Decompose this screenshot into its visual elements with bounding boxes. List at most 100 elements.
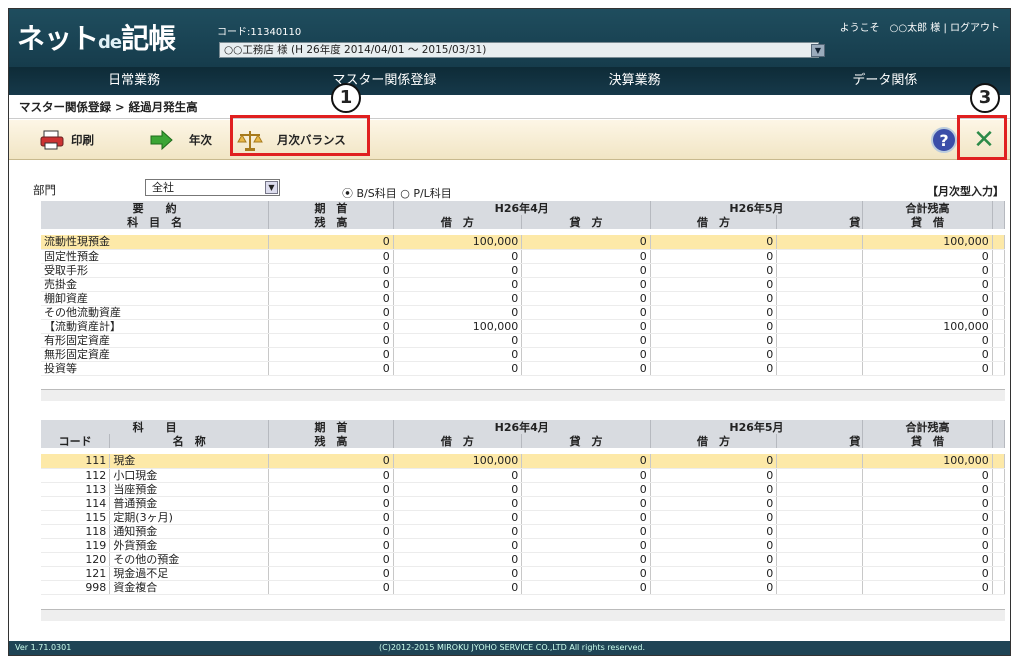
footer: Ver 1.71.0301 (C)2012-2015 MIROKU JYOHO … (9, 641, 1010, 655)
welcome-logout[interactable]: ようこそ ○○太郎 様 | ログアウト (840, 19, 1000, 34)
table-row[interactable]: 有形固定資産 0 0 0 0 0 (41, 333, 1006, 348)
table-row[interactable]: 111 現金 0 100,000 0 0 100,000 (41, 454, 1006, 469)
table-cell: 0 (521, 510, 651, 525)
table-cell: 0 (268, 552, 394, 567)
table-row[interactable]: 棚卸資産 0 0 0 0 0 (41, 291, 1006, 306)
table-row[interactable]: 998 資金複合 0 0 0 0 0 (41, 580, 1006, 595)
menu-item-master[interactable]: マスター関係登録 (259, 67, 509, 95)
table-row[interactable]: 121 現金過不足 0 0 0 0 0 (41, 566, 1006, 581)
table-cell: 998 (41, 580, 111, 595)
table-cell: 0 (393, 263, 523, 278)
dept-select[interactable]: 全社 ▼ (145, 179, 280, 196)
table-row[interactable]: 113 当座預金 0 0 0 0 0 (41, 482, 1006, 497)
table-cell: 売掛金 (41, 277, 270, 292)
table-row[interactable]: 120 その他の預金 0 0 0 0 0 (41, 552, 1006, 567)
table-cell: 0 (393, 361, 523, 376)
table-cell: 0 (650, 347, 778, 362)
account-type-radio[interactable]: ⦿ B/S科目 ○ P/L科目 (342, 185, 452, 201)
table-cell: 0 (393, 347, 523, 362)
table-row[interactable]: その他流動資産 0 0 0 0 0 (41, 305, 1006, 320)
table-cell: 0 (650, 333, 778, 348)
table-cell: 0 (393, 249, 523, 264)
table-cell: 現金過不足 (109, 566, 270, 581)
table-cell: 0 (268, 482, 394, 497)
table-cell: 100,000 (862, 454, 993, 469)
table-row[interactable]: 112 小口現金 0 0 0 0 0 (41, 468, 1006, 483)
table-cell: 0 (862, 263, 993, 278)
table-row[interactable]: 売掛金 0 0 0 0 0 (41, 277, 1006, 292)
table-cell (992, 524, 1006, 539)
table-cell: 112 (41, 468, 111, 483)
table-cell (776, 496, 864, 511)
table-cell (776, 249, 864, 264)
table-cell (992, 291, 1006, 306)
table-cell (992, 277, 1006, 292)
table-cell (992, 566, 1006, 581)
table-cell: 0 (650, 361, 778, 376)
table-cell (776, 538, 864, 553)
table-row[interactable]: 114 普通預金 0 0 0 0 0 (41, 496, 1006, 511)
table-row[interactable]: 118 通知預金 0 0 0 0 0 (41, 524, 1006, 539)
table-cell: 0 (650, 454, 778, 469)
table-cell (776, 291, 864, 306)
menu-item-daily[interactable]: 日常業務 (9, 67, 259, 95)
table-cell (992, 347, 1006, 362)
table-cell: 【流動資産計】 (41, 319, 270, 334)
table-cell: 0 (862, 482, 993, 497)
top-horizontal-scrollbar[interactable] (41, 389, 1005, 401)
table-cell: 100,000 (393, 454, 523, 469)
table-cell (992, 496, 1006, 511)
table-cell: 0 (268, 319, 394, 334)
bottom-horizontal-scrollbar[interactable] (41, 609, 1005, 621)
chevron-down-icon[interactable]: ▼ (265, 181, 278, 194)
version-label: Ver 1.71.0301 (15, 643, 72, 652)
table-row[interactable]: 115 定期(3ヶ月) 0 0 0 0 0 (41, 510, 1006, 525)
copyright: (C)2012-2015 MIROKU JYOHO SERVICE CO.,LT… (379, 643, 646, 652)
table-cell (776, 263, 864, 278)
table-cell (776, 277, 864, 292)
table-cell: 0 (268, 361, 394, 376)
table-row[interactable]: 流動性現預金 0 100,000 0 0 100,000 (41, 235, 1006, 250)
table-cell (992, 552, 1006, 567)
table-cell (776, 333, 864, 348)
table-row[interactable]: 119 外貨預金 0 0 0 0 0 (41, 538, 1006, 553)
table-cell: 0 (650, 235, 778, 250)
chevron-down-icon[interactable]: ▼ (811, 44, 825, 57)
table-cell: 118 (41, 524, 111, 539)
help-icon[interactable]: ? (931, 127, 957, 153)
table-cell: 0 (521, 552, 651, 567)
table-cell: 定期(3ヶ月) (109, 510, 270, 525)
table-cell: 0 (393, 305, 523, 320)
table-row[interactable]: 【流動資産計】 0 100,000 0 0 100,000 (41, 319, 1006, 334)
table-cell: 0 (650, 291, 778, 306)
table-row[interactable]: 固定性預金 0 0 0 0 0 (41, 249, 1006, 264)
table-row[interactable]: 無形固定資産 0 0 0 0 0 (41, 347, 1006, 362)
table-row[interactable]: 投資等 0 0 0 0 0 (41, 361, 1006, 376)
table-cell: 0 (268, 510, 394, 525)
table-row[interactable]: 受取手形 0 0 0 0 0 (41, 263, 1006, 278)
table-cell: 0 (862, 468, 993, 483)
table-cell: 0 (268, 333, 394, 348)
menu-item-closing[interactable]: 決算業務 (510, 67, 760, 95)
table-cell (776, 468, 864, 483)
table-cell: 0 (521, 580, 651, 595)
table-cell: 0 (268, 496, 394, 511)
table-cell: 113 (41, 482, 111, 497)
table-cell (992, 361, 1006, 376)
main-menu: 日常業務 マスター関係登録 決算業務 データ関係 (9, 67, 1010, 95)
table-cell: 0 (393, 580, 523, 595)
table-cell: 無形固定資産 (41, 347, 270, 362)
company-select[interactable]: ○○工務店 様 (H 26年度 2014/04/01 〜 2015/03/31) (219, 42, 819, 58)
yearly-button[interactable]: 年次 (149, 126, 212, 154)
table-cell: 0 (862, 277, 993, 292)
table-cell: 0 (521, 361, 651, 376)
table-cell: 0 (268, 454, 394, 469)
table-cell: 小口現金 (109, 468, 270, 483)
table-cell: 0 (268, 263, 394, 278)
print-button[interactable]: 印刷 (39, 126, 94, 154)
table-cell: その他の預金 (109, 552, 270, 567)
table-cell (992, 263, 1006, 278)
table-cell: 0 (650, 580, 778, 595)
table-cell: 0 (393, 538, 523, 553)
table-cell: 固定性預金 (41, 249, 270, 264)
